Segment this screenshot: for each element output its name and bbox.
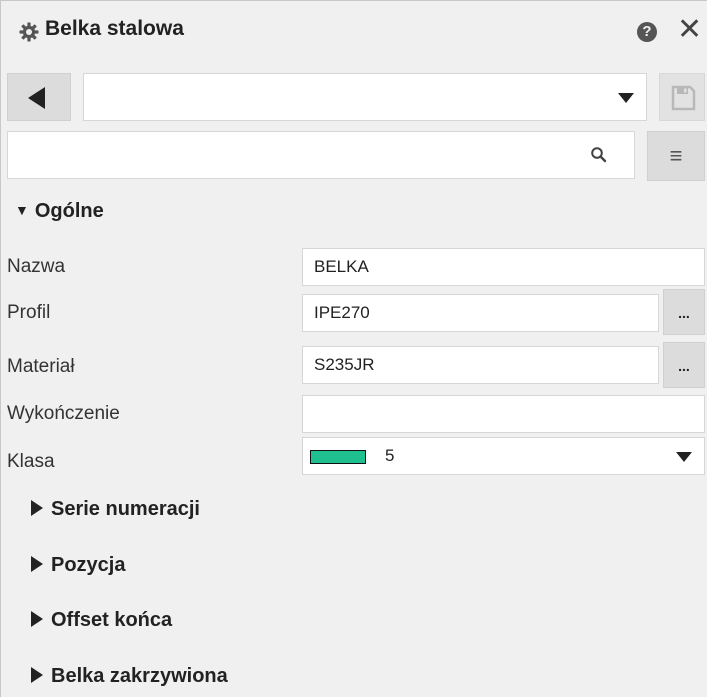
material-field[interactable]: S235JR: [302, 346, 659, 384]
preset-dropdown[interactable]: [83, 73, 647, 121]
collapsed-arrow-icon: [31, 556, 43, 572]
material-label: Materiał: [7, 356, 75, 377]
menu-icon[interactable]: ≡: [647, 131, 705, 181]
section-end-offset-header[interactable]: Offset końca: [31, 609, 172, 632]
section-curved-header[interactable]: Belka zakrzywiona: [31, 665, 228, 688]
search-input[interactable]: [7, 131, 635, 179]
name-label: Nazwa: [7, 256, 66, 277]
title-bar: Belka stalowa ? ✕: [1, 1, 707, 61]
finish-field[interactable]: [302, 395, 705, 433]
class-dropdown[interactable]: 5: [302, 437, 705, 475]
save-button[interactable]: [659, 73, 705, 121]
section-curved-label: Belka zakrzywiona: [51, 665, 228, 687]
properties-panel: Belka stalowa ? ✕ ≡ ▼ Ogólne Nazwa BELKA …: [0, 0, 707, 697]
collapsed-arrow-icon: [31, 667, 43, 683]
profile-browse-button[interactable]: ...: [663, 289, 705, 335]
panel-title: Belka stalowa: [45, 17, 184, 40]
section-general-header[interactable]: ▼ Ogólne: [15, 200, 104, 223]
class-label: Klasa: [7, 451, 55, 472]
section-general-label: Ogólne: [34, 200, 104, 222]
triangle-left-icon: [28, 87, 45, 109]
chevron-down-icon: [676, 452, 692, 462]
back-button[interactable]: [7, 73, 71, 121]
search-icon[interactable]: [590, 146, 608, 164]
class-color-swatch: [310, 450, 366, 464]
name-field[interactable]: BELKA: [302, 248, 705, 286]
profile-field[interactable]: IPE270: [302, 294, 659, 332]
section-numbering-header[interactable]: Serie numeracji: [31, 498, 200, 521]
section-position-header[interactable]: Pozycja: [31, 554, 125, 577]
help-icon[interactable]: ?: [637, 22, 657, 42]
profile-label: Profil: [7, 302, 51, 323]
collapsed-arrow-icon: [31, 611, 43, 627]
class-value: 5: [385, 446, 395, 465]
section-position-label: Pozycja: [51, 554, 126, 576]
save-icon: [671, 85, 696, 111]
collapsed-arrow-icon: [31, 500, 43, 516]
expanded-arrow-icon: ▼: [15, 202, 29, 218]
finish-label: Wykończenie: [7, 403, 120, 424]
material-browse-button[interactable]: ...: [663, 342, 705, 388]
section-numbering-label: Serie numeracji: [51, 498, 200, 520]
chevron-down-icon: [618, 93, 634, 103]
gear-icon: [19, 22, 39, 42]
close-icon[interactable]: ✕: [677, 15, 703, 45]
section-end-offset-label: Offset końca: [51, 609, 173, 631]
